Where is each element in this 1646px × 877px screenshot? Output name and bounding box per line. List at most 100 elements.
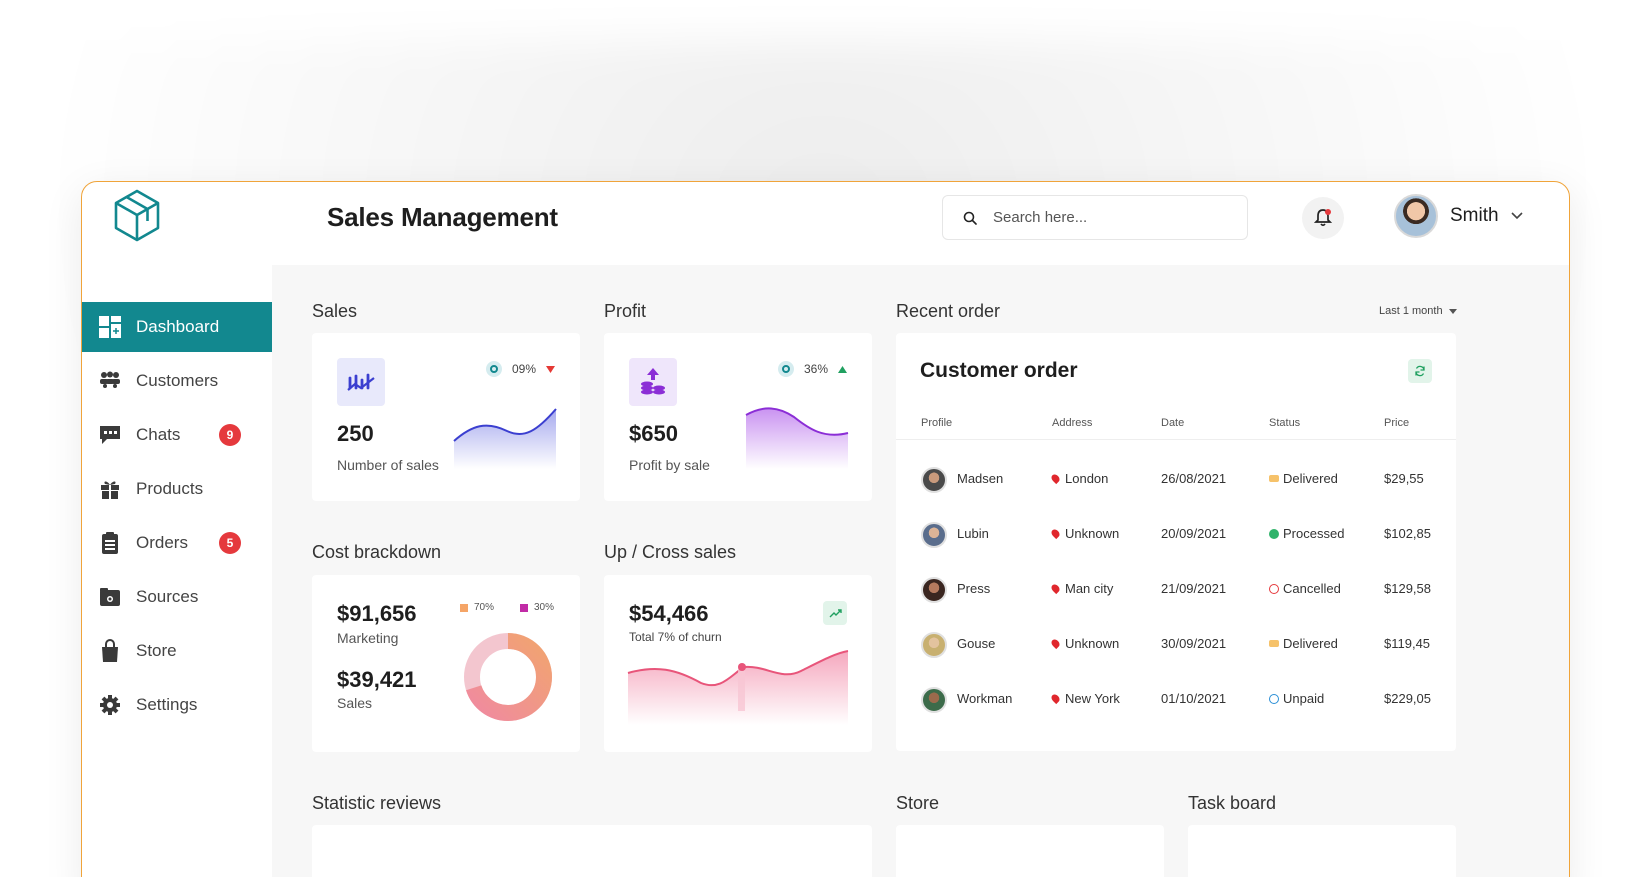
sidebar-item-products[interactable]: Products: [82, 464, 272, 514]
sales-cost-value: $39,421: [337, 667, 417, 692]
customer-name: Press: [957, 581, 991, 596]
table-header: Profile Address Date Status Price: [921, 417, 1431, 439]
sales-change: 09%: [485, 361, 555, 377]
check-circle-icon: [1269, 528, 1279, 539]
order-status: Processed: [1269, 526, 1344, 541]
statistic-card: [312, 825, 872, 877]
page-title: Sales Management: [327, 202, 558, 232]
sidebar-item-settings[interactable]: Settings: [82, 680, 272, 730]
avatar: [921, 687, 947, 713]
search-box[interactable]: [942, 195, 1248, 240]
recent-order-section-title: Recent order: [896, 301, 1001, 321]
chat-icon: [98, 423, 122, 447]
col-profile: Profile: [921, 417, 953, 429]
order-date: 20/09/2021: [1161, 526, 1227, 541]
cost-donut-chart: [464, 633, 552, 721]
cancel-circle-icon: [1269, 583, 1279, 594]
refresh-icon: [1415, 365, 1425, 377]
sidebar-item-chats[interactable]: Chats 9: [82, 410, 272, 460]
col-address: Address: [1052, 417, 1093, 429]
hover-point: [738, 663, 746, 671]
order-price: $129,58: [1384, 581, 1431, 596]
search-icon: [963, 211, 977, 225]
order-date: 30/09/2021: [1161, 636, 1227, 651]
profit-change-value: 36%: [803, 362, 828, 376]
trend-button[interactable]: [823, 601, 847, 625]
legend-swatch-magenta: [520, 603, 528, 612]
cross-section-title: Up / Cross sales: [604, 542, 737, 562]
user-menu[interactable]: Smith: [1394, 194, 1523, 238]
chevron-down-icon: [1511, 212, 1523, 220]
location-pin-icon: [1049, 582, 1062, 595]
order-status: Unpaid: [1269, 691, 1324, 706]
notification-button[interactable]: [1302, 197, 1344, 239]
app-window: Sales Management Smith Dashboard Custome…: [81, 181, 1570, 877]
main-content: Sales Profit Recent order Last 1 month 0…: [272, 265, 1569, 877]
profit-value: $650: [629, 421, 678, 446]
profit-icon-box: [629, 358, 677, 406]
cost-card: $91,656 Marketing $39,421 Sales 70% 30%: [312, 575, 580, 752]
bell-icon: [1314, 209, 1332, 227]
sidebar-item-store[interactable]: Store: [82, 626, 272, 676]
profit-change: 36%: [777, 361, 847, 377]
cross-sales-area-chart: [627, 650, 849, 725]
order-status: Delivered: [1269, 471, 1338, 486]
customer-order-card: Customer order Profile Address Date Stat…: [896, 333, 1456, 751]
sidebar-item-label: Settings: [136, 695, 198, 714]
cost-section-title: Cost brackdown: [312, 542, 442, 562]
customer-name: Workman: [957, 691, 1013, 706]
order-price: $102,85: [1384, 526, 1431, 541]
customer-address: Unknown: [1049, 636, 1119, 651]
location-pin-icon: [1049, 472, 1062, 485]
avatar: [921, 522, 947, 548]
arrow-down-icon: [546, 365, 555, 373]
sales-section-title: Sales: [312, 301, 358, 321]
table-row[interactable]: Madsen London 26/08/2021 Delivered $29,5…: [921, 460, 1431, 500]
table-row[interactable]: Lubin Unknown 20/09/2021 Processed $102,…: [921, 515, 1431, 555]
avatar: [921, 632, 947, 658]
sales-chart-icon-box: [337, 358, 385, 406]
customer-address: Man city: [1049, 581, 1113, 596]
delivered-icon: [1269, 640, 1279, 648]
task-board-card: [1188, 825, 1456, 877]
legend-swatch-orange: [460, 603, 468, 612]
cross-sales-card: $54,466 Total 7% of churn: [604, 575, 872, 752]
profit-sparkline: [745, 407, 849, 469]
shopping-bag-icon: [98, 639, 122, 663]
trending-up-icon: [829, 608, 842, 617]
sales-value: 250: [337, 421, 374, 446]
order-date: 21/09/2021: [1161, 581, 1227, 596]
refresh-button[interactable]: [1408, 359, 1432, 383]
table-row[interactable]: Gouse Unknown 30/09/2021 Delivered $119,…: [921, 625, 1431, 665]
legend-marketing: 70%: [460, 602, 494, 613]
store-card: [896, 825, 1164, 877]
avatar: [921, 577, 947, 603]
sidebar-item-customers[interactable]: Customers: [82, 356, 272, 406]
change-indicator-icon: [777, 361, 794, 377]
location-pin-icon: [1049, 637, 1062, 650]
table-row[interactable]: Press Man city 21/09/2021 Cancelled $129…: [921, 570, 1431, 610]
unpaid-icon: [1269, 693, 1279, 704]
marketing-value: $91,656: [337, 601, 417, 626]
sidebar-item-dashboard[interactable]: Dashboard: [82, 302, 272, 352]
sidebar-item-label: Store: [136, 641, 177, 660]
chats-count-badge: 9: [219, 424, 241, 446]
sidebar-item-sources[interactable]: Sources: [82, 572, 272, 622]
customer-order-title: Customer order: [920, 359, 1078, 382]
hover-marker: [738, 667, 745, 711]
sales-label: Number of sales: [337, 457, 439, 473]
cross-label: Total 7% of churn: [629, 630, 722, 644]
table-row[interactable]: Workman New York 01/10/2021 Unpaid $229,…: [921, 680, 1431, 720]
profit-label: Profit by sale: [629, 457, 710, 473]
order-date: 01/10/2021: [1161, 691, 1227, 706]
legend-sales-value: 30%: [534, 602, 555, 613]
sidebar-item-orders[interactable]: Orders 5: [82, 518, 272, 568]
avatar: [921, 467, 947, 493]
sidebar-item-label: Customers: [136, 371, 219, 390]
search-input[interactable]: [993, 209, 1213, 226]
customer-name: Lubin: [957, 526, 989, 541]
period-filter[interactable]: Last 1 month: [1379, 305, 1457, 317]
customer-address: New York: [1049, 691, 1120, 706]
marketing-label: Marketing: [337, 630, 399, 646]
arrow-up-icon: [838, 365, 847, 373]
